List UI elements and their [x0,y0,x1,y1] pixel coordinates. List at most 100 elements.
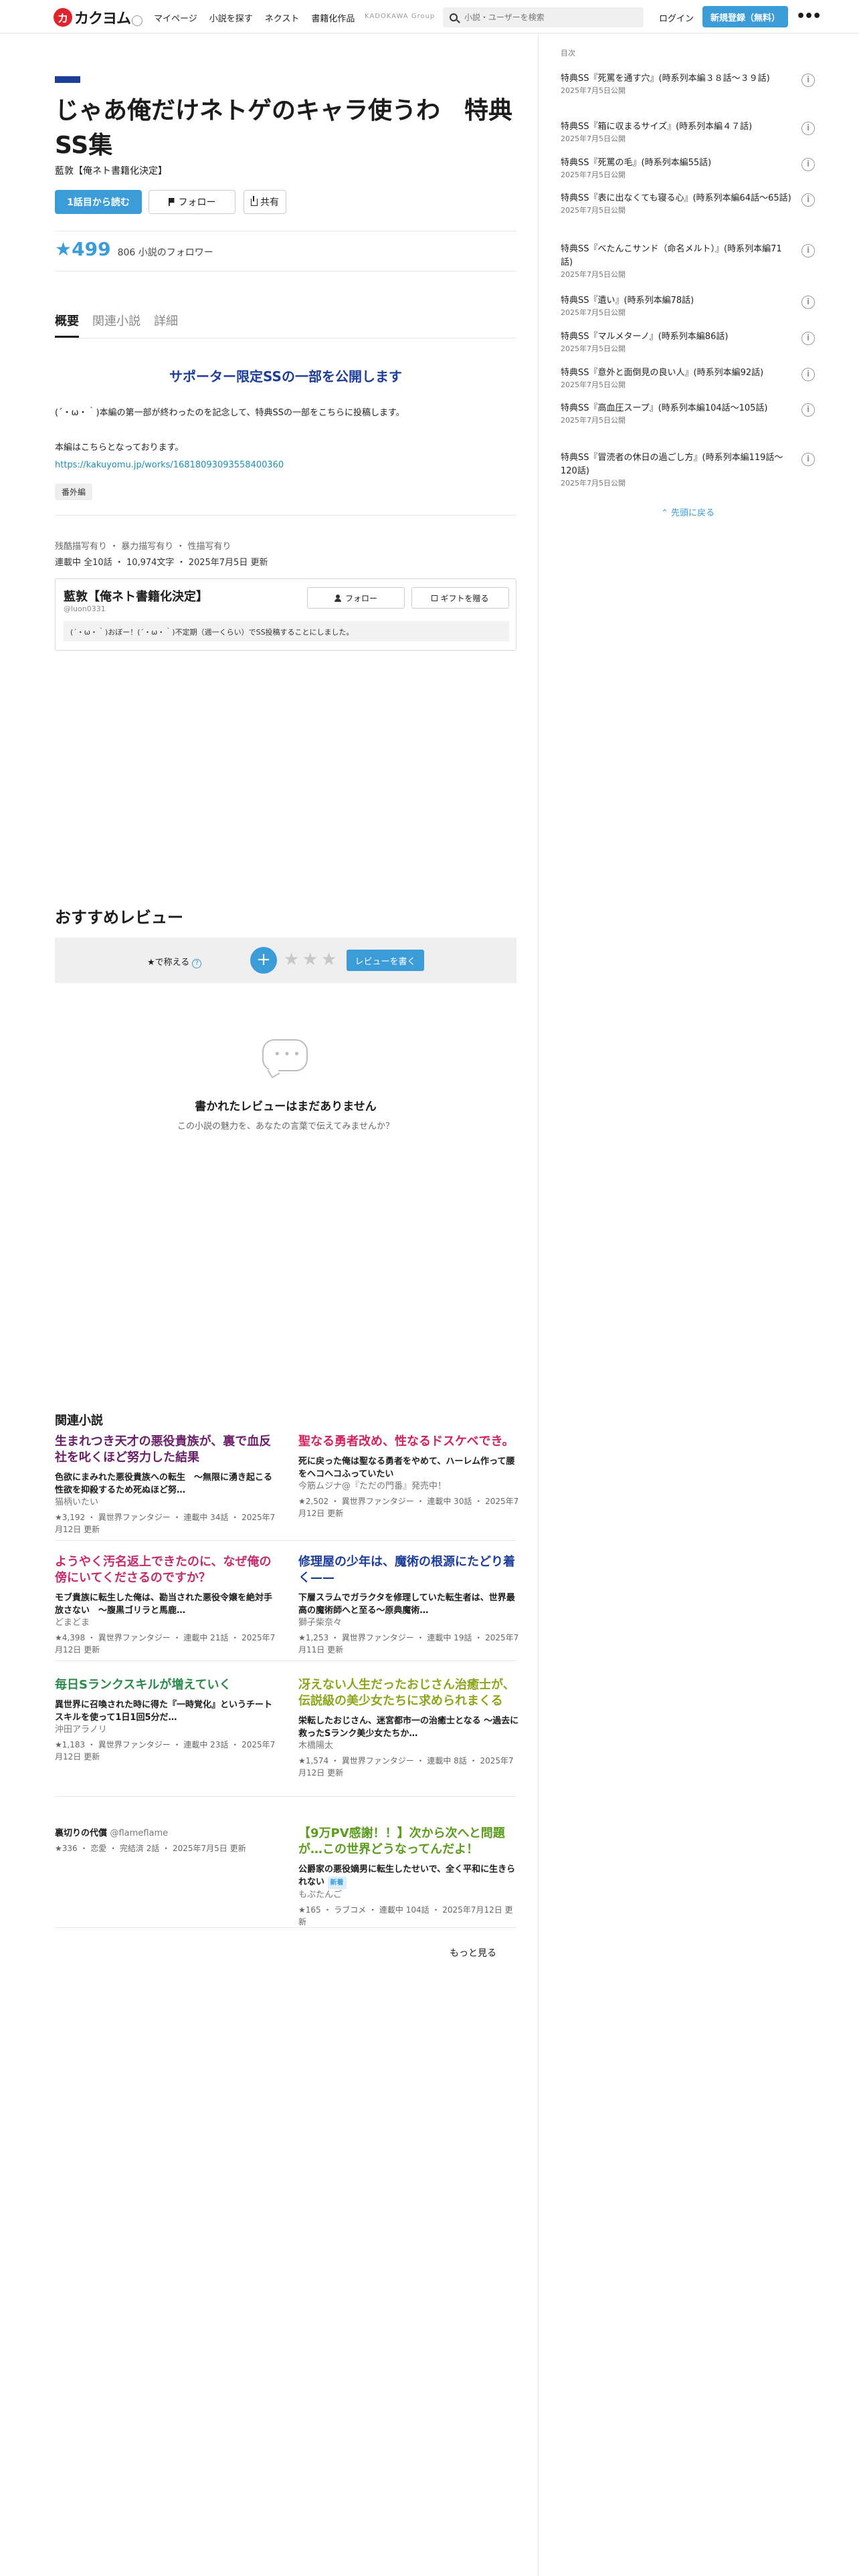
tag-chip[interactable]: 番外編 [55,484,93,500]
add-star-button[interactable]: + [250,947,277,974]
tab-overview[interactable]: 概要 [55,312,79,338]
more-menu-icon[interactable]: ••• [796,8,822,25]
related-item[interactable]: 修理屋の少年は、魔術の根源にたどり着く—— 下層スラムでガラクタを修理していた転… [298,1554,519,1656]
toc-episode[interactable]: 特典SS『マルメターノ』(時系列本編86話) 2025年7月5日公開 i [561,330,815,354]
nav-published[interactable]: 書籍化作品 [311,11,355,24]
related-title[interactable]: 毎日Sランクスキルが増えていく [55,1677,276,1693]
tab-related[interactable]: 関連小説 [92,312,140,338]
episode-date: 2025年7月5日公開 [561,86,626,95]
info-icon[interactable]: i [801,296,815,309]
work-author-link[interactable]: 藍敦【俺ネト書籍化決定】 [55,164,167,177]
related-title[interactable]: ようやく汚名返上できたのに、なぜ俺の傍にいてくださるのですか？ [55,1554,276,1586]
back-to-top-label: 先頭に戻る [671,508,715,518]
read-first-episode-button[interactable]: 1話目から読む [55,190,142,214]
toc-episode[interactable]: 特典SS『冒涜者の休日の過ごし方』(時系列本編119話〜120話) 2025年7… [561,451,815,489]
tab-details[interactable]: 詳細 [154,312,178,338]
share-button[interactable]: 共有 [244,190,286,214]
nav-search-novels[interactable]: 小説を探す [209,11,253,24]
follow-flag-icon [168,198,175,206]
chevron-up-icon: ⌃ [660,508,668,518]
related-title[interactable]: 聖なる勇者改め、性なるドスケベでき。 [298,1434,519,1450]
related-item[interactable]: 【9万PV感謝！！】次から次へと問題が…この世界どうなってんだよ！ 公爵家の悪役… [298,1826,519,1928]
toc-episode[interactable]: 特典SS『べたんこサンド（命名メルト）』(時系列本編71話) 2025年7月5日… [561,243,815,280]
info-icon[interactable]: i [801,74,815,87]
divider [55,1660,516,1661]
info-icon[interactable]: i [801,368,815,381]
gift-button[interactable]: ギフトを贈る [411,587,509,609]
group-label[interactable]: KADOKAWA Group [365,13,435,20]
login-link[interactable]: ログイン [659,11,694,24]
related-author[interactable]: 猫柄いたい [55,1497,276,1509]
related-title[interactable]: 冴えない人生だったおじさん治癒士が、伝説級の美少女たちに求められまくる [298,1677,519,1709]
episode-title[interactable]: 特典SS『マルメターノ』(時系列本編86話) [561,330,791,344]
episode-title[interactable]: 特典SS『箱に収まるサイズ』(時系列本編４７話) [561,120,791,134]
help-icon[interactable]: ? [192,959,202,968]
episode-title[interactable]: 特典SS『意外と面倒見の良い人』(時系列本編92話) [561,366,791,380]
info-icon[interactable]: i [801,158,815,171]
related-title[interactable]: 修理屋の少年は、魔術の根源にたどり着く—— [298,1554,519,1586]
related-item[interactable]: 裏切りの代償 @flameflame ★336 ・ 恋愛 ・ 完結済 2話 ・ … [55,1826,276,1854]
related-item[interactable]: 聖なる勇者改め、性なるドスケベでき。 死に戻った俺は聖なる勇者をやめて、ハーレム… [298,1434,519,1519]
info-icon[interactable]: i [801,453,815,466]
toc-episode[interactable]: 特典SS『死罵を通す穴』(時系列本編３８話〜３９話) 2025年7月5日公開 i [561,72,815,96]
related-title[interactable]: 裏切りの代償 [55,1828,107,1838]
related-author[interactable]: もぷたんご [298,1889,519,1901]
author-card-name[interactable]: 藍敦【俺ネト書籍化決定】 [64,587,208,605]
follower-count: 806 小説のフォロワー [117,247,213,258]
related-author[interactable]: @flameflame [110,1828,168,1838]
episode-title[interactable]: 特典SS『遺い』(時系列本編78話) [561,294,791,308]
write-review-button[interactable]: レビューを書く [347,950,424,971]
related-author[interactable]: 獅子柴奈々 [298,1617,519,1629]
related-item[interactable]: 毎日Sランクスキルが増えていく 異世界に召喚された時に得た『一時覚化』というチー… [55,1677,276,1763]
info-icon[interactable]: i [801,193,815,207]
info-icon[interactable]: i [801,244,815,257]
intro-link[interactable]: https://kakuyomu.jp/works/16818093093558… [55,460,284,470]
toc-episode[interactable]: 特典SS『意外と面倒見の良い人』(時系列本編92話) 2025年7月5日公開 i [561,366,815,391]
site-logo[interactable]: カ カクヨム [54,7,143,28]
follow-work-button[interactable]: フォロー [149,190,235,214]
episode-title[interactable]: 特典SS『死罵の毛』(時系列本編55話) [561,156,791,170]
episode-title[interactable]: 特典SS『べたんこサンド（命名メルト）』(時系列本編71話) [561,243,791,270]
episode-title[interactable]: 特典SS『冒涜者の休日の過ごし方』(時系列本編119話〜120話) [561,451,791,478]
episode-date: 2025年7月5日公開 [561,344,626,353]
info-icon[interactable]: i [801,403,815,417]
toc-episode[interactable]: 特典SS『箱に収まるサイズ』(時系列本編４７話) 2025年7月5日公開 i [561,120,815,144]
related-item[interactable]: ようやく汚名返上できたのに、なぜ俺の傍にいてくださるのですか？ モブ貴族に転生し… [55,1554,276,1656]
nav-next[interactable]: ネクスト [265,11,300,24]
signup-button[interactable]: 新規登録（無料） [702,6,788,27]
related-item[interactable]: 冴えない人生だったおじさん治癒士が、伝説級の美少女たちに求められまくる 栄転した… [298,1677,519,1779]
related-title[interactable]: 【9万PV感謝！！】次から次へと問題が…この世界どうなってんだよ！ [298,1826,519,1858]
related-catch: 公爵家の悪役嫡男に転生したせいで、全く平和に生きられない 新着 [298,1863,519,1889]
work-introduction: (´・ω・｀)本編の第一部が終わったのを記念して、特典SSの一部をこちらに投稿し… [55,405,516,474]
related-author[interactable]: 今筋ムジナ@『ただの門番』発売中！ [298,1481,519,1493]
episode-title[interactable]: 特典SS『高血圧スープ』(時系列本編104話〜105話) [561,402,791,415]
episode-title[interactable]: 特典SS『表に出なくても寝る心』(時系列本編64話〜65話) [561,192,791,205]
search-input[interactable] [464,13,632,22]
related-title[interactable]: 生まれつき天才の悪役貴族が、裏で血反社を叱くほど努力した結果 [55,1434,276,1466]
toc-episode[interactable]: 特典SS『死罵の毛』(時系列本編55話) 2025年7月5日公開 i [561,156,815,181]
empty-reviews-title: 書かれたレビューはまだありません [195,1100,377,1113]
search-box[interactable] [443,7,644,27]
back-to-top-link[interactable]: ⌃ 先頭に戻る [561,506,815,518]
star-icon[interactable]: ★ [321,950,337,970]
star-count: ★499 [55,238,111,260]
related-author[interactable]: どまどま [55,1617,276,1629]
info-icon[interactable]: i [801,332,815,345]
related-item[interactable]: 生まれつき天才の悪役貴族が、裏で血反社を叱くほど努力した結果 色欲にまみれた悪役… [55,1434,276,1535]
related-catch: 異世界に召喚された時に得た『一時覚化』というチートスキルを使って1日1回5分だ… [55,1700,273,1723]
content-warnings: 残酷描写有り ・ 暴力描写有り ・ 性描写有り [55,542,231,552]
related-author[interactable]: 木橋陽太 [298,1740,519,1752]
toc-episode[interactable]: 特典SS『高血圧スープ』(時系列本編104話〜105話) 2025年7月5日公開… [561,402,815,426]
follow-author-button[interactable]: フォロー [307,587,405,609]
episode-title[interactable]: 特典SS『死罵を通す穴』(時系列本編３８話〜３９話) [561,72,791,86]
toc-episode[interactable]: 特典SS『表に出なくても寝る心』(時系列本編64話〜65話) 2025年7月5日… [561,192,815,216]
nav-mypage[interactable]: マイページ [154,11,197,24]
episode-date: 2025年7月5日公開 [561,308,626,317]
related-author[interactable]: 沖田アラノリ [55,1724,276,1736]
more-related-link[interactable]: もっと見る [450,1946,496,1959]
toc-episode[interactable]: 特典SS『遺い』(時系列本編78話) 2025年7月5日公開 i [561,294,815,318]
info-icon[interactable]: i [801,122,815,135]
work-title: じゃあ俺だけネトゲのキャラ使うわ 特典SS集 [55,97,513,159]
star-icon[interactable]: ★ [302,950,318,970]
star-icon[interactable]: ★ [284,950,299,970]
